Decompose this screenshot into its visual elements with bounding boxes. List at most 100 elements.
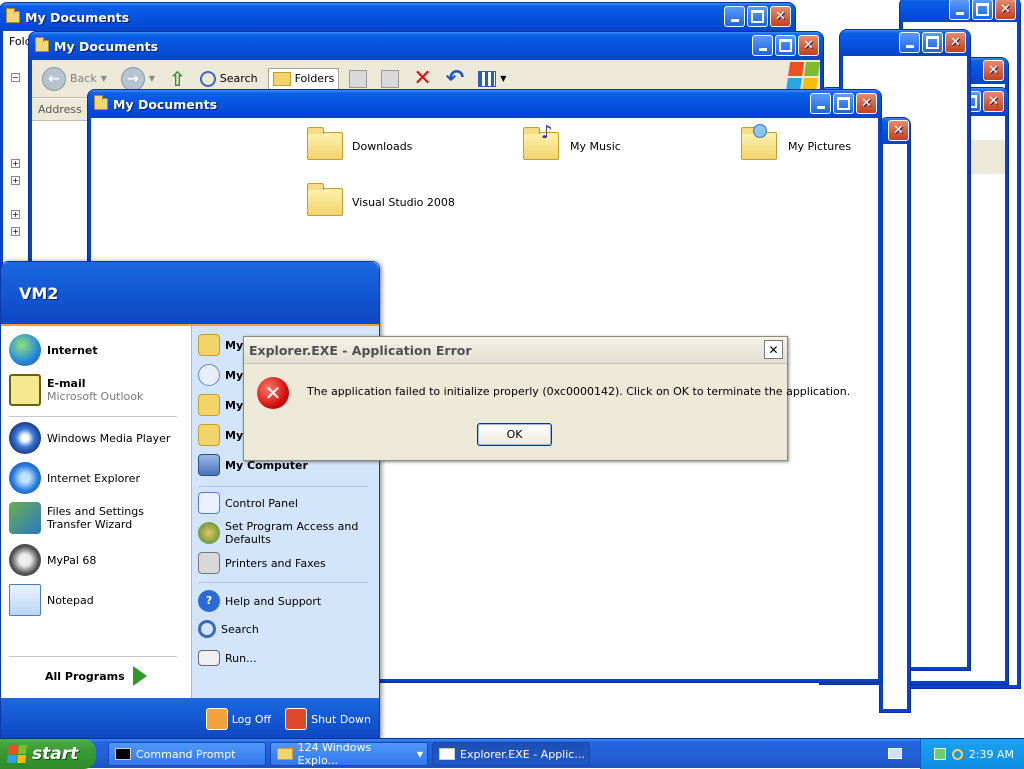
log-off-button[interactable]: Log Off [205,708,271,730]
recent-docs-icon [198,364,220,386]
close-button[interactable] [888,120,909,141]
window-title: My Documents [54,38,159,54]
start-item-help[interactable]: ? Help and Support [198,590,321,612]
minimize-button[interactable] [810,93,831,114]
task-windows-explorer-group[interactable]: 124 Windows Explo... ▼ [270,741,428,767]
close-button[interactable] [856,93,877,114]
restore-button[interactable] [972,0,993,20]
start-item-program-access[interactable]: Set Program Access and Defaults [198,520,368,546]
separator [198,582,368,583]
bg-window-titlebar[interactable] [900,0,1020,22]
tree-expander[interactable]: + [11,176,20,185]
task-explorer-error[interactable]: Explorer.EXE - Applic... [432,742,590,766]
start-item-notepad[interactable]: Notepad [9,584,94,616]
all-programs-button[interactable]: All Programs [45,666,147,686]
keyboard-icon[interactable] [888,748,902,759]
window-titlebar[interactable]: My Documents [29,32,823,60]
back-button[interactable]: ← Back ▼ [38,64,111,94]
help-icon: ? [198,590,220,612]
move-to-icon [349,69,368,88]
minimize-button[interactable] [724,6,745,27]
ok-button[interactable]: OK [477,423,552,446]
up-arrow-icon: ⇧ [169,66,186,91]
start-item-mypal[interactable]: MyPal 68 [9,544,96,576]
minimize-button[interactable] [752,35,773,56]
start-item-media-player[interactable]: Windows Media Player [9,422,170,454]
start-button[interactable]: start [0,739,96,769]
window-title: My Documents [113,96,218,112]
window-buttons [888,120,909,141]
window-buttons [899,32,966,53]
power-icon [285,708,308,730]
window-titlebar[interactable]: My Documents [88,90,881,118]
undo-icon: ↶ [445,66,465,91]
start-item-internet-explorer[interactable]: Internet Explorer [9,462,140,494]
tree-expander[interactable]: + [11,227,20,236]
shut-down-button[interactable]: Shut Down [285,708,371,730]
maximize-button[interactable] [747,6,768,27]
cmd-icon [115,748,131,760]
folder-label: Downloads [352,140,413,153]
dialog-titlebar[interactable]: Explorer.EXE - Application Error [244,337,787,364]
folder-icon [277,748,293,760]
start-item-my-pictures[interactable]: My [198,394,243,416]
close-button[interactable] [945,32,966,53]
views-button[interactable]: ▼ [474,68,510,90]
folders-icon [272,71,291,86]
folder-icon [94,95,108,110]
dialog-close-button[interactable]: ✕ [764,340,783,359]
start-item-email[interactable]: E-mail Microsoft Outlook [9,374,143,406]
search-icon[interactable] [951,748,963,760]
chevron-down-icon: ▼ [100,74,107,83]
delete-x-icon: ✕ [413,66,432,91]
move-to-button[interactable] [345,67,371,91]
close-button[interactable] [798,35,819,56]
close-button[interactable] [983,91,1004,112]
start-item-search[interactable]: Search [198,620,259,638]
task-command-prompt[interactable]: Command Prompt [108,742,266,766]
internet-explorer-icon [9,462,41,494]
forward-button[interactable]: → ▼ [117,64,159,94]
window-icon [439,748,455,760]
window-titlebar[interactable]: My Documents [0,3,795,31]
maximize-button[interactable] [922,32,943,53]
address-label: Address [38,103,82,116]
tree-expander[interactable]: + [11,159,20,168]
close-button[interactable] [983,60,1004,81]
maximize-button[interactable] [833,93,854,114]
start-item-transfer-wizard[interactable]: Files and Settings Transfer Wizard [9,502,185,534]
separator [9,416,177,417]
start-item-printers[interactable]: Printers and Faxes [198,552,326,574]
window-buttons [724,6,791,27]
copy-to-button[interactable] [377,67,403,91]
error-dialog: Explorer.EXE - Application Error ✕ ✕ The… [243,336,850,461]
folder-label: My Pictures [788,140,852,153]
start-item-internet[interactable]: Internet [9,334,98,366]
start-item-control-panel[interactable]: Control Panel [198,492,298,514]
bg-window-titlebar[interactable] [840,30,970,56]
close-button[interactable] [995,0,1016,20]
start-item-my-recent[interactable]: My [198,364,243,386]
close-button[interactable] [770,6,791,27]
start-item-my-documents[interactable]: My [198,334,243,356]
globe-icon [9,334,41,366]
tree-expander[interactable]: + [11,210,20,219]
folder-icon [307,183,343,216]
media-player-icon [9,422,41,454]
folders-button[interactable]: Folders [267,67,340,90]
separator [9,656,177,657]
search-button[interactable]: Search [196,68,262,90]
minimize-button[interactable] [899,32,920,53]
clock[interactable]: 2:39 AM [969,748,1014,761]
computer-icon [198,454,220,476]
maximize-button[interactable] [775,35,796,56]
printer-icon [198,552,220,574]
tree-expander[interactable]: − [11,73,20,82]
dialog-message: The application failed to initialize pro… [307,385,851,398]
start-item-run[interactable]: Run... [198,650,257,666]
network-icon[interactable] [933,748,946,760]
start-item-my-music[interactable]: My [198,424,243,446]
up-folder-button[interactable]: ⇧ [165,64,190,94]
minimize-button[interactable] [949,0,970,20]
bg-window-titlebar[interactable] [880,118,910,144]
